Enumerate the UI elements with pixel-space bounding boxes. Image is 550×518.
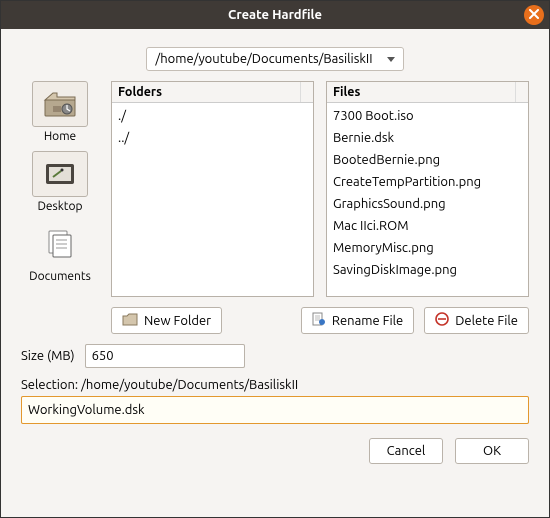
file-item[interactable]: Bernie.dsk — [333, 127, 522, 149]
button-label: OK — [483, 444, 501, 458]
button-label: Rename File — [332, 314, 403, 328]
path-dropdown[interactable]: /home/youtube/Documents/BasiliskII — [146, 47, 403, 71]
footer-buttons: Cancel OK — [21, 438, 529, 464]
action-row: New Folder Rename File Delete File — [21, 307, 529, 334]
folder-item[interactable]: ../ — [118, 127, 307, 149]
selection-label: Selection: /home/youtube/Documents/Basil… — [21, 378, 529, 392]
button-label: Delete File — [455, 314, 518, 328]
file-item[interactable]: CreateTempPartition.png — [333, 171, 522, 193]
sidebar: Home Desktop Documents — [21, 81, 99, 297]
files-list: 7300 Boot.iso Bernie.dsk BootedBernie.pn… — [327, 103, 528, 296]
ok-button[interactable]: OK — [455, 438, 529, 464]
file-item[interactable]: MemoryMisc.png — [333, 237, 522, 259]
rename-file-button[interactable]: Rename File — [301, 307, 414, 334]
chevron-down-icon — [387, 57, 395, 62]
folders-header[interactable]: Folders — [112, 82, 313, 103]
delete-icon — [435, 312, 449, 329]
sidebar-label: Desktop — [37, 200, 82, 213]
files-panel: Files 7300 Boot.iso Bernie.dsk BootedBer… — [326, 81, 529, 297]
file-item[interactable]: BootedBernie.png — [333, 149, 522, 171]
path-text: /home/youtube/Documents/BasiliskII — [155, 52, 372, 66]
file-item[interactable]: 7300 Boot.iso — [333, 105, 522, 127]
size-label: Size (MB) — [21, 349, 75, 363]
close-icon — [529, 9, 539, 22]
file-item[interactable]: Mac IIci.ROM — [333, 215, 522, 237]
window-title: Create Hardfile — [228, 8, 322, 22]
titlebar: Create Hardfile — [1, 1, 549, 29]
new-folder-button[interactable]: New Folder — [111, 307, 222, 334]
folder-icon — [122, 313, 138, 329]
folder-item[interactable]: ./ — [118, 105, 307, 127]
dialog-content: /home/youtube/Documents/BasiliskII Home … — [1, 29, 549, 517]
documents-icon — [32, 221, 88, 267]
cancel-button[interactable]: Cancel — [369, 438, 443, 464]
file-item[interactable]: SavingDiskImage.png — [333, 259, 522, 281]
dialog-window: Create Hardfile /home/youtube/Documents/… — [0, 0, 550, 518]
button-label: New Folder — [144, 314, 211, 328]
desktop-icon — [32, 151, 88, 197]
spacer — [21, 307, 99, 334]
button-label: Cancel — [387, 444, 426, 458]
size-input[interactable] — [85, 344, 245, 368]
sidebar-label: Documents — [29, 270, 91, 283]
sidebar-item-desktop[interactable]: Desktop — [32, 151, 88, 213]
path-row: /home/youtube/Documents/BasiliskII — [21, 47, 529, 71]
close-button[interactable] — [524, 5, 544, 25]
delete-file-button[interactable]: Delete File — [424, 307, 529, 334]
sidebar-item-documents[interactable]: Documents — [29, 221, 91, 283]
size-row: Size (MB) — [21, 344, 529, 368]
main-row: Home Desktop Documents Folders — [21, 81, 529, 297]
sidebar-label: Home — [44, 130, 76, 143]
home-icon — [32, 81, 88, 127]
selection-input[interactable] — [21, 396, 529, 424]
folders-list: ./ ../ — [112, 103, 313, 296]
right-buttons: Rename File Delete File — [301, 307, 529, 334]
file-item[interactable]: GraphicsSound.png — [333, 193, 522, 215]
rename-icon — [312, 312, 326, 329]
files-header[interactable]: Files — [327, 82, 528, 103]
mid-buttons: New Folder — [111, 307, 222, 334]
folders-panel: Folders ./ ../ — [111, 81, 314, 297]
sidebar-item-home[interactable]: Home — [32, 81, 88, 143]
